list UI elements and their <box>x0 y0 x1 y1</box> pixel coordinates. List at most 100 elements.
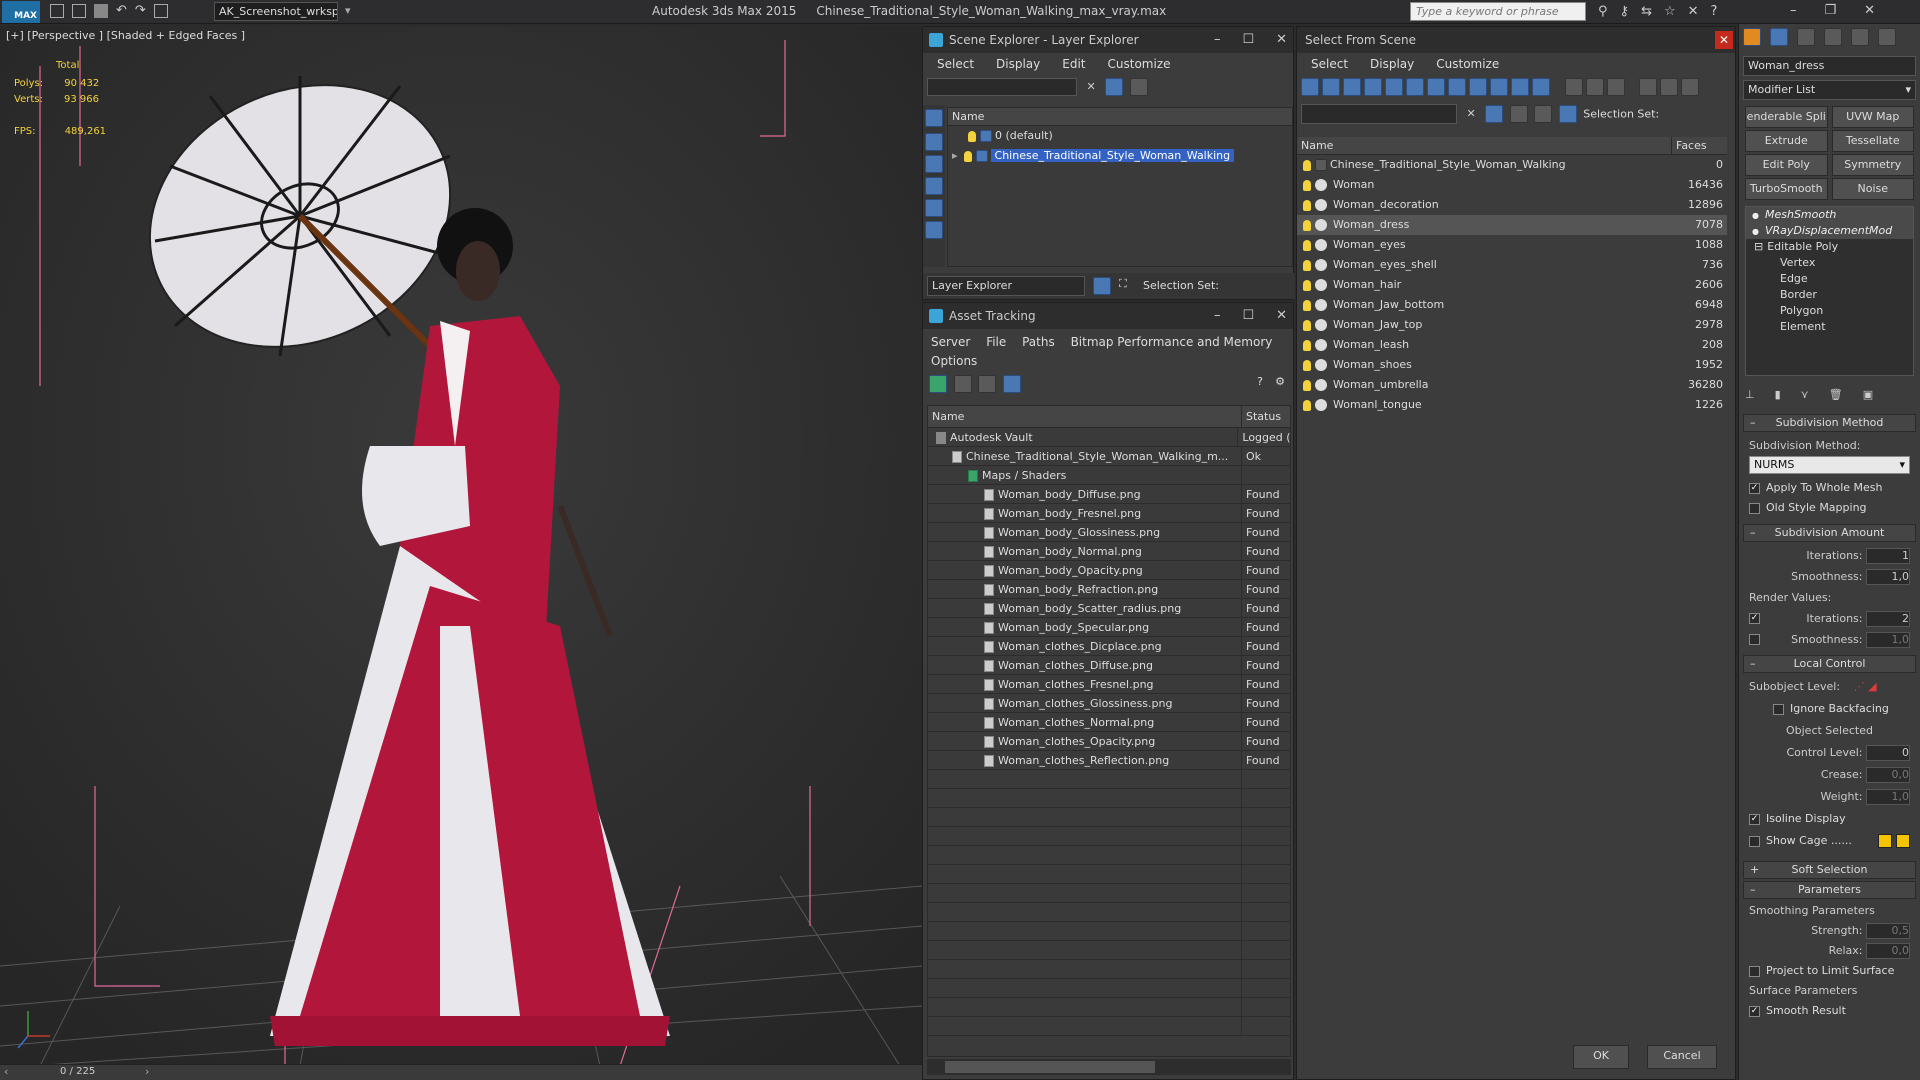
edge-subobject-icon[interactable]: ◢ <box>1868 680 1876 693</box>
display-cameras-icon[interactable] <box>1364 78 1382 96</box>
subdivision-method-select[interactable]: NURMS ▾ <box>1749 456 1910 474</box>
table-row[interactable]: Woman_body_Refraction.png Found <box>928 580 1290 599</box>
column-name[interactable]: Name <box>1297 137 1671 154</box>
menu-display[interactable]: Display <box>1370 53 1414 75</box>
thumbnail-view-icon[interactable] <box>978 375 996 393</box>
stack-item[interactable]: Polygon <box>1746 303 1913 319</box>
search-input[interactable]: Type a keyword or phrase <box>1410 2 1586 21</box>
close-icon[interactable]: ✕ <box>1864 3 1875 18</box>
object-name-field[interactable]: Woman_dress <box>1743 56 1916 76</box>
prev-frame-icon[interactable]: ‹ <box>4 1065 8 1078</box>
list-item[interactable]: Woman_shoes 1952 <box>1297 355 1727 375</box>
display-invert-icon[interactable] <box>925 155 943 173</box>
display-shapes-icon[interactable] <box>1322 78 1340 96</box>
select-all-icon[interactable] <box>1564 78 1583 96</box>
settings-icon[interactable]: ⚙ <box>1275 375 1285 388</box>
show-end-result-icon[interactable]: ▮ <box>1775 388 1781 401</box>
light-bulb-icon[interactable] <box>1303 379 1311 391</box>
display-lights-icon[interactable] <box>1343 78 1361 96</box>
project-limit-checkbox[interactable] <box>1749 965 1760 977</box>
modifier-button[interactable]: UVW Map <box>1831 106 1914 128</box>
filter-icon[interactable] <box>1105 78 1124 96</box>
hierarchy-toggle-icon[interactable] <box>1558 105 1577 123</box>
minimize-icon[interactable]: – <box>1214 27 1221 53</box>
visibility-icon[interactable]: ● <box>1752 227 1759 236</box>
table-row[interactable]: Woman_body_Specular.png Found <box>928 618 1290 637</box>
table-row[interactable]: Woman_body_Opacity.png Found <box>928 561 1290 580</box>
menu-select[interactable]: Select <box>1311 53 1348 75</box>
ok-button[interactable]: OK <box>1573 1045 1629 1069</box>
scrollbar-thumb[interactable] <box>945 1061 1155 1073</box>
utilities-tab-icon[interactable] <box>1878 28 1896 46</box>
display-bones-icon[interactable] <box>1469 78 1487 96</box>
stack-item[interactable]: Edge <box>1746 271 1913 287</box>
time-slider[interactable]: ‹ 0 / 225 › <box>0 1064 922 1080</box>
crease-spinner[interactable]: 0,0 <box>1866 767 1910 783</box>
light-bulb-icon[interactable] <box>1303 159 1311 171</box>
workspace-dropdown[interactable]: AK_Screenshot_wrksp <box>214 2 338 21</box>
select-from-scene-titlebar[interactable]: Select From Scene ✕ <box>1297 27 1735 53</box>
display-shapes-icon[interactable] <box>925 199 943 217</box>
column-name[interactable]: Name <box>928 406 1242 427</box>
table-row[interactable]: Woman_clothes_Fresnel.png Found <box>928 675 1290 694</box>
table-row[interactable]: Maps / Shaders <box>928 466 1290 485</box>
light-bulb-icon[interactable] <box>968 130 976 142</box>
display-hidden-icon[interactable] <box>1532 78 1550 96</box>
expand-icon[interactable]: ▸ <box>952 149 958 162</box>
control-level-spinner[interactable]: 0 <box>1866 745 1910 761</box>
display-geometry-icon[interactable] <box>925 177 943 195</box>
menu-server[interactable]: Server <box>931 335 970 349</box>
menu-customize[interactable]: Customize <box>1108 53 1171 75</box>
ignore-backfacing-checkbox[interactable] <box>1773 703 1784 715</box>
soft-selection-header[interactable]: + Soft Selection <box>1743 861 1916 879</box>
light-bulb-icon[interactable] <box>1303 399 1311 411</box>
modifier-button[interactable]: Edit Poly <box>1745 154 1828 176</box>
column-faces[interactable]: Faces <box>1671 137 1727 154</box>
list-item[interactable]: Woman_eyes_shell 736 <box>1297 255 1727 275</box>
table-row[interactable]: Woman_body_Diffuse.png Found <box>928 485 1290 504</box>
app-logo[interactable]: MAX <box>2 1 40 23</box>
close-icon[interactable]: ✕ <box>1276 27 1287 53</box>
list-item[interactable]: Woman_eyes 1088 <box>1297 235 1727 255</box>
save-icon[interactable] <box>94 4 108 18</box>
collapse-icon[interactable] <box>1681 78 1699 96</box>
vertex-subobject-icon[interactable]: ⋰ <box>1854 680 1865 693</box>
scene-explorer-titlebar[interactable]: Scene Explorer - Layer Explorer – ☐ ✕ <box>923 27 1293 53</box>
undo-icon[interactable]: ↶ <box>116 4 127 18</box>
stack-item[interactable]: ⊟ Editable Poly <box>1746 239 1913 255</box>
tools-icon[interactable]: ✕ <box>1688 4 1699 19</box>
list-item[interactable]: Chinese_Traditional_Style_Woman_Walking 0 <box>1297 155 1727 175</box>
subdivision-amount-header[interactable]: – Subdivision Amount <box>1743 524 1916 542</box>
modifier-button[interactable]: Tessellate <box>1831 130 1914 152</box>
star-icon[interactable]: ☆ <box>1664 4 1676 19</box>
list-item[interactable]: Woman 16436 <box>1297 175 1727 195</box>
display-helpers-icon[interactable] <box>1385 78 1403 96</box>
table-row[interactable]: Autodesk Vault Logged ( <box>928 428 1290 447</box>
light-bulb-icon[interactable] <box>1303 319 1311 331</box>
render-smoothness-checkbox[interactable] <box>1749 634 1760 645</box>
table-row[interactable]: Chinese_Traditional_Style_Woman_Walking_… <box>928 447 1290 466</box>
table-row[interactable]: Woman_clothes_Opacity.png Found <box>928 732 1290 751</box>
display-lights-icon[interactable] <box>925 221 943 239</box>
workspace-chevron-icon[interactable]: ▾ <box>345 4 351 17</box>
new-file-icon[interactable] <box>50 4 64 18</box>
render-iterations-checkbox[interactable]: ✓ <box>1749 613 1760 624</box>
list-item[interactable]: Woman_dress 7078 <box>1297 215 1727 235</box>
restore-icon[interactable]: ❐ <box>1825 3 1837 18</box>
stack-item[interactable]: Vertex <box>1746 255 1913 271</box>
layer-toggle-icon[interactable] <box>1509 105 1528 123</box>
layer-toggle-icon[interactable] <box>1093 277 1111 295</box>
light-bulb-icon[interactable] <box>1303 259 1311 271</box>
viewport-label[interactable]: [+] [Perspective ] [Shaded + Edged Faces… <box>6 29 245 42</box>
display-all-icon[interactable] <box>925 133 943 151</box>
remove-modifier-icon[interactable]: 🗑 <box>1829 388 1843 401</box>
help-icon[interactable]: ? <box>1257 375 1263 388</box>
find-input[interactable] <box>927 78 1077 96</box>
menu-display[interactable]: Display <box>996 53 1040 75</box>
make-unique-icon[interactable]: ⋎ <box>1801 388 1809 401</box>
strength-spinner[interactable]: 0,5 <box>1866 923 1910 939</box>
minimize-icon[interactable]: – <box>1790 3 1797 18</box>
display-xrefs-icon[interactable] <box>1448 78 1466 96</box>
weight-spinner[interactable]: 1,0 <box>1866 789 1910 805</box>
light-bulb-icon[interactable] <box>1303 359 1311 371</box>
